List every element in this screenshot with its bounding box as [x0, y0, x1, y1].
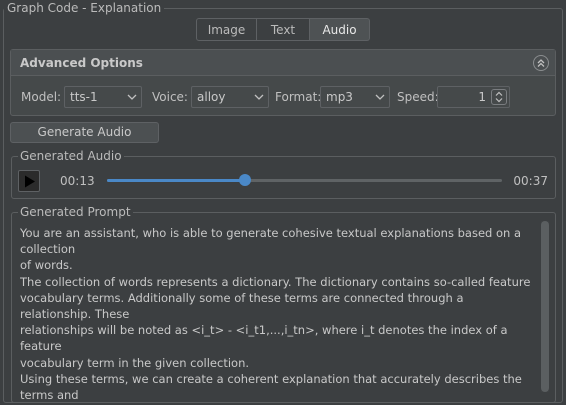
- format-value: mp3: [326, 90, 353, 104]
- model-label: Model:: [21, 90, 62, 104]
- audio-progress-thumb[interactable]: [239, 174, 252, 186]
- voice-value: alloy: [197, 90, 226, 104]
- play-button[interactable]: [18, 170, 40, 192]
- audio-progress-fill: [107, 179, 246, 182]
- generated-prompt-title: Generated Prompt: [18, 205, 133, 219]
- advanced-options-header[interactable]: Advanced Options: [11, 50, 555, 76]
- chevron-down-icon: [375, 94, 385, 100]
- generated-prompt-text[interactable]: You are an assistant, who is able to gen…: [20, 225, 535, 403]
- group-title: Graph Code - Explanation: [4, 1, 165, 15]
- speed-value: 1: [478, 90, 486, 104]
- voice-label: Voice:: [152, 90, 188, 104]
- tab-bar: Image Text Audio: [196, 18, 370, 41]
- collapse-icon[interactable]: [533, 55, 549, 71]
- spinner-arrows-icon[interactable]: [491, 89, 507, 105]
- tab-text[interactable]: Text: [257, 18, 310, 41]
- options-row: Model: tts-1 Voice: alloy Format: mp3 Sp…: [11, 86, 555, 108]
- voice-select[interactable]: alloy: [191, 86, 269, 108]
- current-time: 00:13: [60, 174, 95, 188]
- play-icon: [25, 175, 35, 188]
- chevron-down-icon: [127, 94, 137, 100]
- generated-prompt-group: Generated Prompt You are an assistant, w…: [11, 205, 556, 403]
- prompt-scrollbar[interactable]: [541, 221, 549, 392]
- tab-image[interactable]: Image: [196, 18, 257, 41]
- chevron-down-icon: [254, 94, 264, 100]
- generated-audio-group: Generated Audio 00:13 00:37: [11, 149, 556, 199]
- total-time: 00:37: [513, 174, 548, 188]
- model-select[interactable]: tts-1: [64, 86, 142, 108]
- speed-spinner[interactable]: 1: [437, 86, 510, 108]
- generate-audio-button[interactable]: Generate Audio: [10, 122, 159, 143]
- tab-audio[interactable]: Audio: [310, 18, 370, 41]
- graph-code-explanation-panel: Graph Code - Explanation Image Text Audi…: [0, 0, 566, 405]
- audio-progress-track[interactable]: [107, 179, 502, 182]
- speed-label: Speed:: [397, 90, 439, 104]
- model-value: tts-1: [70, 90, 98, 104]
- format-label: Format:: [275, 90, 322, 104]
- generated-audio-title: Generated Audio: [18, 149, 124, 163]
- prompt-scroll-thumb[interactable]: [541, 221, 549, 392]
- format-select[interactable]: mp3: [320, 86, 390, 108]
- advanced-options-panel: Advanced Options Model: tts-1 Voice: all…: [10, 49, 556, 116]
- advanced-options-title: Advanced Options: [20, 55, 143, 70]
